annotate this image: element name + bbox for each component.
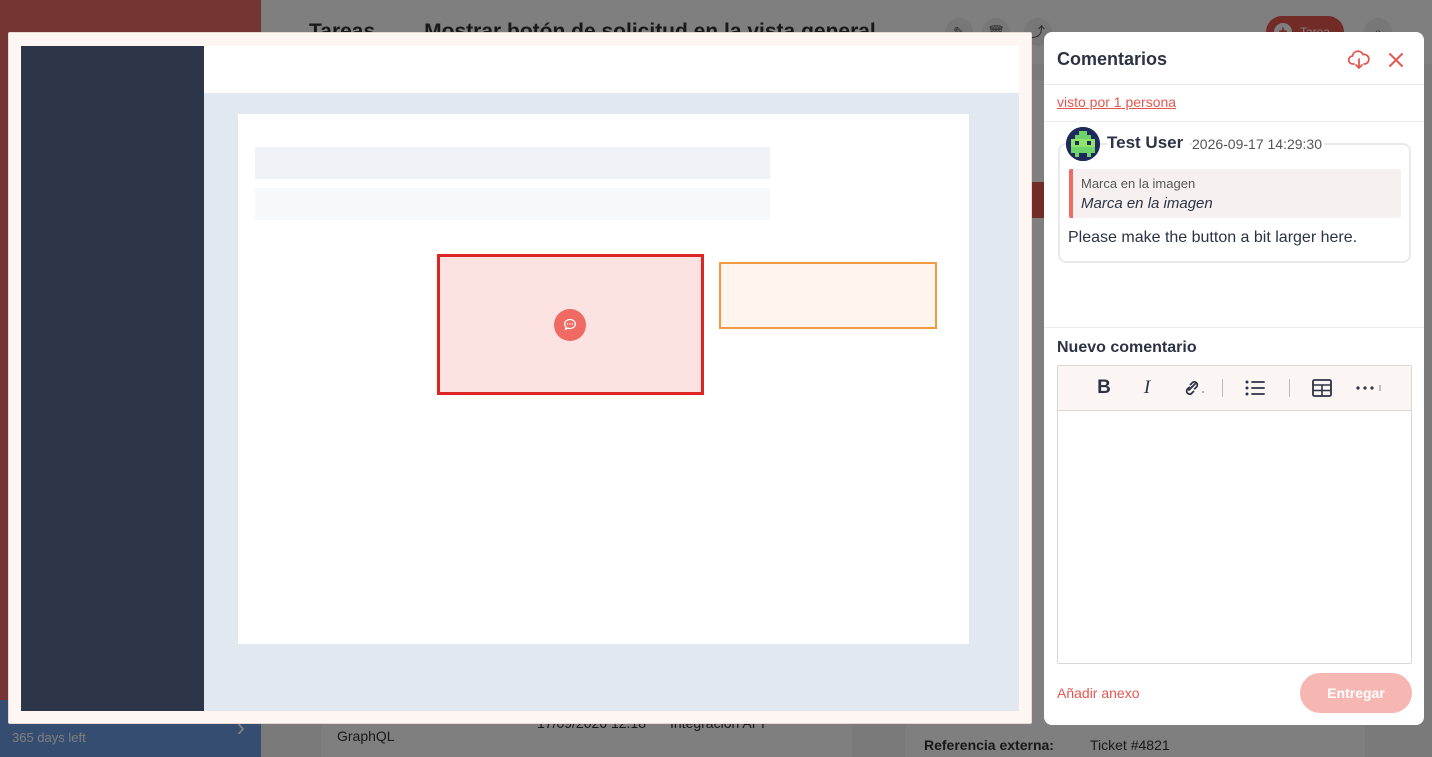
comment-input[interactable] (1058, 411, 1411, 663)
close-icon[interactable] (1386, 50, 1406, 70)
new-comment-label: Nuevo comentario (1057, 339, 1197, 356)
image-mark-quote[interactable]: Marca en la imagen Marca en la imagen (1069, 169, 1401, 218)
download-icon[interactable] (1347, 50, 1370, 70)
italic-button[interactable]: I (1137, 375, 1157, 401)
quote-text: Marca en la imagen (1081, 195, 1213, 212)
editor-toolbar: B I (1058, 366, 1411, 411)
toolbar-divider (1289, 379, 1290, 397)
add-attachment-link[interactable]: Añadir anexo (1057, 685, 1140, 701)
more-options-icon[interactable] (1354, 375, 1384, 401)
divider (1044, 121, 1424, 122)
bold-button[interactable]: B (1094, 375, 1114, 401)
mock-topbar (204, 46, 1019, 93)
mock-sidebar (21, 46, 204, 711)
mock-placeholder-line (255, 147, 770, 179)
comment-timestamp: 2026-09-17 14:29:30 (1192, 136, 1324, 152)
comments-header: Comentarios (1044, 32, 1424, 85)
comment-text: Please make the button a bit larger here… (1068, 229, 1358, 246)
comment-pin[interactable] (554, 309, 586, 341)
avatar (1066, 127, 1100, 161)
divider (1044, 327, 1424, 328)
bulleted-list-icon[interactable] (1243, 375, 1267, 401)
quote-label: Marca en la imagen (1081, 176, 1196, 191)
image-viewer (8, 32, 1032, 724)
mock-placeholder-line (255, 188, 770, 220)
seen-by-link[interactable]: visto por 1 persona (1057, 94, 1176, 110)
comment-card: Marca en la imagen Marca en la imagen Pl… (1058, 143, 1411, 263)
link-icon[interactable] (1178, 375, 1206, 401)
toolbar-divider (1222, 379, 1223, 397)
annotation-mark-secondary[interactable] (719, 262, 937, 329)
panel-title: Comentarios (1057, 49, 1168, 69)
comment-editor: B I (1057, 365, 1412, 664)
submit-button[interactable]: Entregar (1300, 673, 1412, 713)
speech-bubble-icon (564, 318, 576, 331)
screenshot-canvas[interactable] (21, 46, 1019, 711)
comment-author: Test User (1107, 133, 1190, 153)
table-icon[interactable] (1310, 375, 1334, 401)
comments-panel: Comentarios visto por 1 persona Test Use… (1044, 32, 1424, 725)
